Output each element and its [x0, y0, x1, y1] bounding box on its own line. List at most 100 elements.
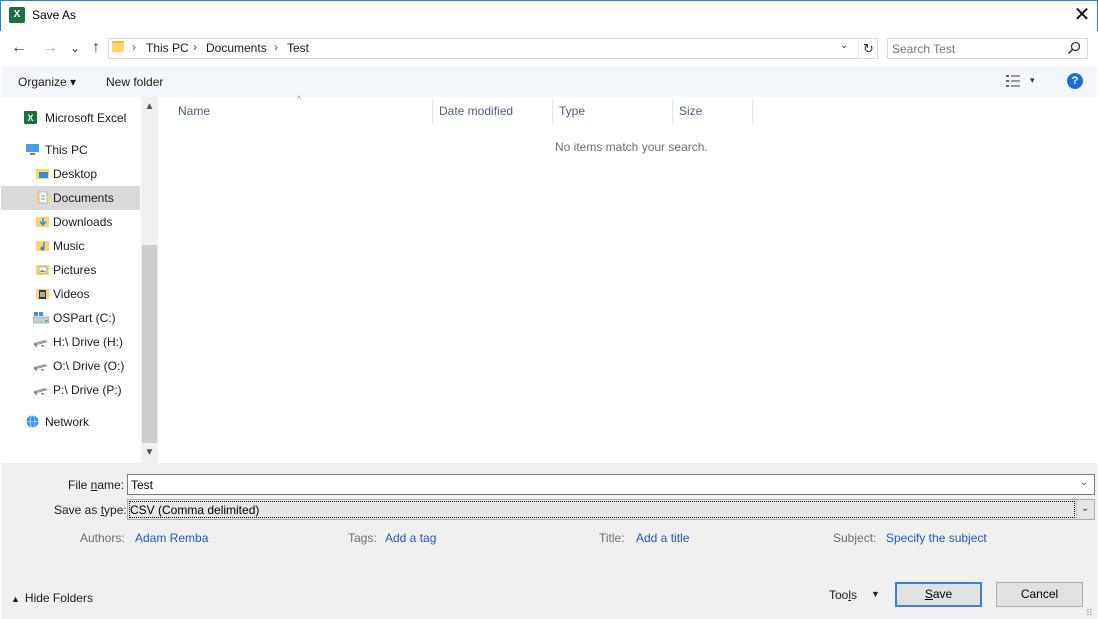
sidebar-item-this-pc[interactable]: This PC	[1, 138, 140, 162]
breadcrumb-separator[interactable]: ›	[132, 40, 136, 54]
sidebar-item-label: Network	[45, 415, 90, 429]
title-label: Title:	[599, 531, 625, 545]
authors-label: Authors:	[80, 531, 125, 545]
scroll-up-button[interactable]: ▲	[141, 99, 158, 115]
subject-input[interactable]: Specify the subject	[886, 531, 987, 545]
focus-outline	[129, 501, 1075, 518]
sidebar-item-documents[interactable]: Documents	[1, 186, 140, 210]
column-divider[interactable]	[552, 99, 553, 124]
recent-locations-button[interactable]: ⌄	[66, 38, 84, 58]
search-icon[interactable]	[1066, 40, 1082, 56]
sidebar-item-label: P:\ Drive (P:)	[53, 383, 122, 397]
sidebar-item-o-drive[interactable]: O:\ Drive (O:)	[1, 354, 140, 378]
command-toolbar	[1, 66, 1097, 97]
sidebar-item-label: Pictures	[53, 263, 97, 277]
sidebar-item-microsoft-excel[interactable]: X Microsoft Excel	[1, 106, 140, 130]
tools-dropdown-icon[interactable]: ▼	[871, 589, 880, 599]
column-header-type[interactable]: Type	[559, 104, 585, 118]
subject-label: Subject:	[833, 531, 877, 545]
view-dropdown-button[interactable]: ▾	[1030, 75, 1035, 86]
up-button[interactable]: ↑	[87, 38, 105, 58]
column-header-name[interactable]: Name	[178, 104, 210, 118]
resize-grip-icon[interactable]: ⠿	[1086, 608, 1093, 619]
breadcrumb-this-pc[interactable]: This PC	[146, 41, 189, 55]
window-title: Save As	[32, 8, 77, 22]
sidebar-item-pictures[interactable]: Pictures	[1, 258, 140, 282]
sidebar-item-p-drive[interactable]: P:\ Drive (P:)	[1, 378, 140, 402]
sidebar-item-label: Desktop	[53, 167, 98, 181]
network-drive-icon	[34, 364, 48, 371]
column-divider[interactable]	[432, 99, 433, 124]
network-icon	[26, 415, 39, 428]
help-icon[interactable]: ?	[1067, 73, 1083, 89]
sidebar-item-label: O:\ Drive (O:)	[53, 359, 125, 373]
system-drive-icon	[33, 312, 49, 324]
documents-folder-icon	[36, 191, 49, 204]
sidebar-item-network[interactable]: Network	[1, 410, 140, 434]
tags-label: Tags:	[348, 531, 377, 545]
hide-folders-label: Hide Folders	[24, 591, 93, 605]
network-drive-icon	[34, 340, 48, 347]
save-as-type-value[interactable]: CSV (Comma delimited)	[130, 503, 259, 517]
authors-value[interactable]: Adam Remba	[135, 531, 208, 545]
sidebar-item-label: Downloads	[53, 215, 113, 229]
address-dropdown-button[interactable]: ⌄	[840, 40, 848, 51]
empty-list-message: No items match your search.	[555, 140, 708, 154]
view-options-icon[interactable]	[1006, 75, 1020, 87]
breadcrumb-test[interactable]: Test	[287, 41, 309, 55]
search-input[interactable]	[892, 41, 1062, 56]
new-folder-button[interactable]: New folder	[106, 75, 163, 89]
column-header-date-modified[interactable]: Date modified	[439, 104, 513, 118]
scroll-thumb[interactable]	[142, 245, 157, 443]
forward-button[interactable]: →	[41, 38, 59, 58]
column-divider[interactable]	[672, 99, 673, 124]
pictures-folder-icon	[36, 265, 49, 275]
sidebar-item-label: Videos	[53, 287, 90, 301]
breadcrumb-separator[interactable]: ›	[274, 40, 278, 54]
dropdown-divider	[1076, 500, 1077, 519]
sidebar-item-label: Music	[53, 239, 85, 253]
scroll-down-button[interactable]: ▼	[141, 445, 158, 461]
title-bar	[0, 0, 1098, 31]
close-button[interactable]: ✕	[1066, 1, 1098, 30]
organize-button[interactable]: Organize ▾	[18, 75, 76, 89]
save-button[interactable]: Save	[895, 582, 982, 607]
sidebar-item-downloads[interactable]: Downloads	[1, 210, 140, 234]
sidebar-item-label: Documents	[53, 191, 114, 205]
hide-folders-button[interactable]: ▲ Hide Folders	[11, 591, 93, 605]
sort-arrow-icon: ^	[297, 94, 302, 104]
sidebar-item-h-drive[interactable]: H:\ Drive (H:)	[1, 330, 140, 354]
sidebar-item-desktop[interactable]: Desktop	[1, 162, 140, 186]
music-folder-icon	[36, 241, 49, 251]
sidebar-item-music[interactable]: Music	[1, 234, 140, 258]
folder-icon	[112, 41, 124, 52]
sidebar-item-label: H:\ Drive (H:)	[53, 335, 123, 349]
column-header-size[interactable]: Size	[679, 104, 702, 118]
file-name-dropdown-button[interactable]: ⌄	[1080, 477, 1088, 488]
save-as-type-dropdown-button[interactable]: ⌄	[1081, 503, 1089, 514]
excel-icon: X	[24, 111, 37, 124]
sidebar-item-ospart-c[interactable]: OSPart (C:)	[1, 306, 140, 330]
excel-app-icon: X	[9, 7, 25, 23]
desktop-folder-icon	[36, 169, 49, 179]
videos-folder-icon	[36, 289, 49, 299]
chevron-up-icon: ▲	[11, 594, 20, 604]
sidebar-item-videos[interactable]: Videos	[1, 282, 140, 306]
sidebar-item-label: OSPart (C:)	[53, 311, 116, 325]
back-button[interactable]: ←	[10, 38, 28, 58]
downloads-folder-icon	[36, 217, 49, 227]
pc-icon	[26, 144, 39, 155]
file-name-label: File name:	[68, 478, 125, 492]
sidebar-item-label: This PC	[45, 143, 88, 157]
cancel-button[interactable]: Cancel	[996, 582, 1083, 607]
refresh-button[interactable]: ↻	[858, 39, 878, 58]
svg-text:X: X	[27, 113, 33, 123]
column-divider[interactable]	[752, 99, 753, 124]
title-input[interactable]: Add a title	[636, 531, 689, 545]
tags-input[interactable]: Add a tag	[385, 531, 436, 545]
breadcrumb-documents[interactable]: Documents	[206, 41, 267, 55]
save-as-type-label: Save as type:	[54, 503, 127, 517]
breadcrumb-separator[interactable]: ›	[193, 40, 197, 54]
tools-button[interactable]: Tools	[829, 588, 857, 602]
file-name-input[interactable]	[131, 477, 1061, 492]
